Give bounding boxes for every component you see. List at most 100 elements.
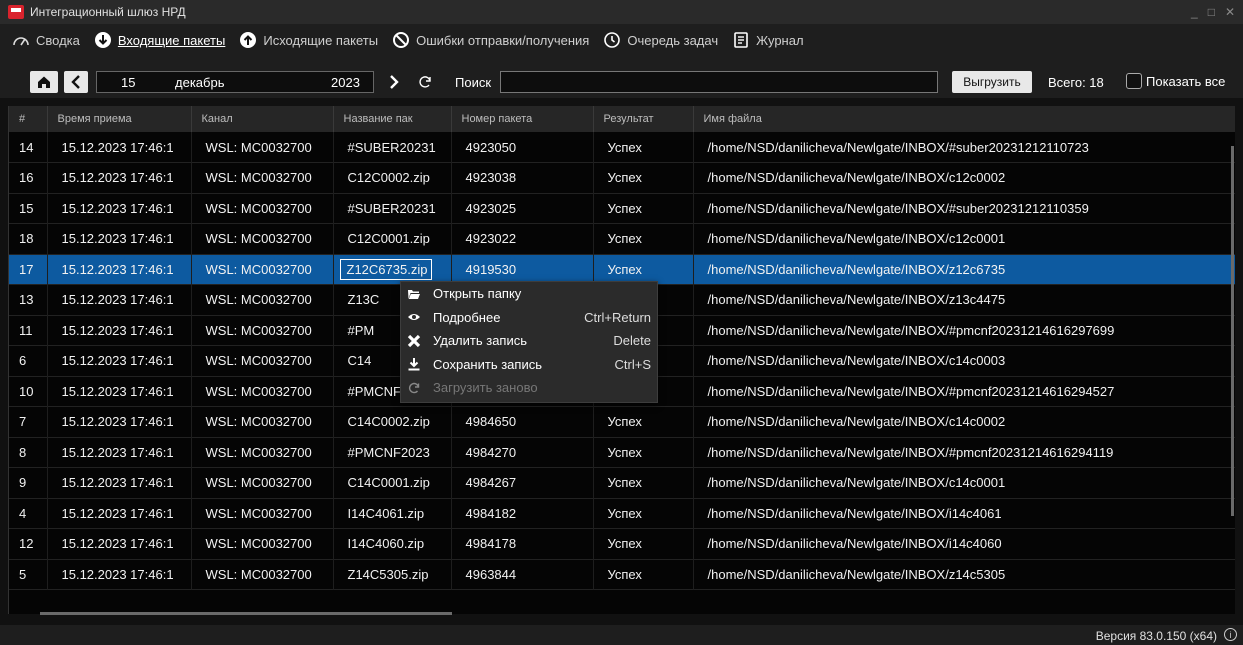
table-row[interactable]: 9 15.12.2023 17:46:1 WSL: MC0032700 C14C000… — [9, 467, 1235, 498]
cell-channel[interactable]: WSL: MC0032700 — [191, 315, 334, 346]
table-row[interactable]: 7 15.12.2023 17:46:1 WSL: MC0032700 C14C000… — [9, 406, 1235, 437]
cell-channel[interactable]: WSL: MC0032700 — [191, 467, 334, 498]
export-button[interactable]: Выгрузить — [952, 71, 1032, 93]
cell-row-number[interactable]: 12 — [9, 528, 48, 559]
cell-channel[interactable]: WSL: MC0032700 — [191, 406, 334, 437]
menu-item-delete-record[interactable]: Удалить запись Delete — [401, 329, 657, 353]
cell-file-path[interactable]: /home/NSD/danilicheva/Newlgate/INBOX/z12… — [693, 254, 1235, 285]
cell-channel[interactable]: WSL: MC0032700 — [191, 162, 334, 193]
cell-result[interactable]: Успех — [593, 162, 694, 193]
tab-log[interactable]: Журнал — [732, 31, 804, 49]
cell-received-time[interactable]: 15.12.2023 17:46:1 — [47, 559, 192, 590]
table-row[interactable]: 15 15.12.2023 17:46:1 WSL: MC0032700 #SUBER… — [9, 193, 1235, 224]
cell-packet-name[interactable]: #PMCNF2023 — [333, 437, 452, 468]
cell-received-time[interactable]: 15.12.2023 17:46:1 — [47, 315, 192, 346]
cell-packet-number[interactable]: 4984178 — [451, 528, 594, 559]
column-header-number[interactable]: # — [9, 106, 48, 132]
horizontal-scrollbar[interactable] — [40, 612, 452, 615]
checkbox-box[interactable] — [1126, 73, 1142, 89]
cell-result[interactable]: Успех — [593, 254, 694, 285]
cell-received-time[interactable]: 15.12.2023 17:46:1 — [47, 223, 192, 254]
date-day[interactable]: 15 — [121, 75, 135, 90]
cell-file-path[interactable]: /home/NSD/danilicheva/Newlgate/INBOX/#su… — [693, 132, 1235, 163]
previous-date-button[interactable] — [64, 71, 88, 93]
cell-result[interactable]: Успех — [593, 437, 694, 468]
cell-row-number[interactable]: 5 — [9, 559, 48, 590]
cell-row-number[interactable]: 13 — [9, 284, 48, 315]
column-header-file-name[interactable]: Имя файла — [693, 106, 1235, 132]
cell-channel[interactable]: WSL: MC0032700 — [191, 132, 334, 163]
column-header-result[interactable]: Результат — [593, 106, 694, 132]
cell-packet-number[interactable]: 4923038 — [451, 162, 594, 193]
cell-file-path[interactable]: /home/NSD/danilicheva/Newlgate/INBOX/#pm… — [693, 376, 1235, 407]
cell-row-number[interactable]: 18 — [9, 223, 48, 254]
cell-received-time[interactable]: 15.12.2023 17:46:1 — [47, 254, 192, 285]
cell-received-time[interactable]: 15.12.2023 17:46:1 — [47, 345, 192, 376]
table-row[interactable]: 12 15.12.2023 17:46:1 WSL: MC0032700 I14C40… — [9, 528, 1235, 559]
cell-packet-number[interactable]: 4963844 — [451, 559, 594, 590]
column-header-channel[interactable]: Канал — [191, 106, 334, 132]
cell-result[interactable]: Успех — [593, 193, 694, 224]
table-row[interactable]: 18 15.12.2023 17:46:1 WSL: MC0032700 C12C00… — [9, 223, 1235, 254]
tab-errors[interactable]: Ошибки отправки/получения — [392, 31, 589, 49]
refresh-button[interactable] — [412, 71, 438, 93]
cell-row-number[interactable]: 16 — [9, 162, 48, 193]
info-icon[interactable]: i — [1224, 628, 1237, 641]
cell-packet-name[interactable]: C12C0002.zip — [333, 162, 452, 193]
cell-file-path[interactable]: /home/NSD/danilicheva/Newlgate/INBOX/i14… — [693, 528, 1235, 559]
cell-received-time[interactable]: 15.12.2023 17:46:1 — [47, 528, 192, 559]
cell-row-number[interactable]: 11 — [9, 315, 48, 346]
cell-file-path[interactable]: /home/NSD/danilicheva/Newlgate/INBOX/c14… — [693, 406, 1235, 437]
date-month[interactable]: декабрь — [175, 75, 224, 90]
cell-result[interactable]: Успех — [593, 223, 694, 254]
cell-packet-name[interactable]: C14C0001.zip — [333, 467, 452, 498]
cell-row-number[interactable]: 15 — [9, 193, 48, 224]
table-row[interactable]: 5 15.12.2023 17:46:1 WSL: MC0032700 Z14C530… — [9, 559, 1235, 590]
cell-packet-name[interactable]: C14C0002.zip — [333, 406, 452, 437]
cell-packet-number[interactable]: 4923050 — [451, 132, 594, 163]
cell-row-number[interactable]: 17 — [9, 254, 48, 285]
cell-result[interactable]: Успех — [593, 467, 694, 498]
cell-packet-name[interactable]: #SUBER20231 — [333, 132, 452, 163]
cell-result[interactable]: Успех — [593, 528, 694, 559]
cell-received-time[interactable]: 15.12.2023 17:46:1 — [47, 193, 192, 224]
cell-channel[interactable]: WSL: MC0032700 — [191, 254, 334, 285]
cell-packet-name[interactable]: Z14C5305.zip — [333, 559, 452, 590]
vertical-scrollbar[interactable] — [1231, 146, 1234, 516]
cell-file-path[interactable]: /home/NSD/danilicheva/Newlgate/INBOX/c12… — [693, 162, 1235, 193]
date-field[interactable]: 15 декабрь 2023 — [96, 71, 374, 93]
cell-file-path[interactable]: /home/NSD/danilicheva/Newlgate/INBOX/c14… — [693, 467, 1235, 498]
tab-outgoing-packets[interactable]: Исходящие пакеты — [239, 31, 378, 49]
date-year[interactable]: 2023 — [331, 75, 360, 90]
search-input[interactable] — [500, 71, 938, 93]
cell-packet-number[interactable]: 4984182 — [451, 498, 594, 529]
tab-incoming-packets[interactable]: Входящие пакеты — [94, 31, 225, 49]
cell-row-number[interactable]: 14 — [9, 132, 48, 163]
cell-result[interactable]: Успех — [593, 559, 694, 590]
cell-row-number[interactable]: 8 — [9, 437, 48, 468]
close-button[interactable]: ✕ — [1225, 5, 1235, 19]
cell-packet-number[interactable]: 4919530 — [451, 254, 594, 285]
cell-channel[interactable]: WSL: MC0032700 — [191, 437, 334, 468]
cell-row-number[interactable]: 7 — [9, 406, 48, 437]
table-row[interactable]: 17 15.12.2023 17:46:1 WSL: MC0032700 Z12C67… — [9, 254, 1235, 285]
show-all-checkbox[interactable]: Показать все — [1126, 73, 1225, 89]
cell-file-path[interactable]: /home/NSD/danilicheva/Newlgate/INBOX/#su… — [693, 193, 1235, 224]
cell-packet-number[interactable]: 4984650 — [451, 406, 594, 437]
cell-file-path[interactable]: /home/NSD/danilicheva/Newlgate/INBOX/i14… — [693, 498, 1235, 529]
cell-channel[interactable]: WSL: MC0032700 — [191, 498, 334, 529]
menu-item-open-folder[interactable]: Открыть папку — [401, 282, 657, 306]
menu-item-save-record[interactable]: Сохранить запись Ctrl+S — [401, 353, 657, 377]
cell-packet-name[interactable]: I14C4061.zip — [333, 498, 452, 529]
cell-file-path[interactable]: /home/NSD/danilicheva/Newlgate/INBOX/#pm… — [693, 315, 1235, 346]
cell-file-path[interactable]: /home/NSD/danilicheva/Newlgate/INBOX/z13… — [693, 284, 1235, 315]
cell-channel[interactable]: WSL: MC0032700 — [191, 284, 334, 315]
cell-row-number[interactable]: 9 — [9, 467, 48, 498]
cell-packet-number[interactable]: 4984270 — [451, 437, 594, 468]
cell-packet-number[interactable]: 4923025 — [451, 193, 594, 224]
cell-packet-number[interactable]: 4923022 — [451, 223, 594, 254]
cell-received-time[interactable]: 15.12.2023 17:46:1 — [47, 284, 192, 315]
column-header-packet-name[interactable]: Название пак — [333, 106, 452, 132]
table-row[interactable]: 14 15.12.2023 17:46:1 WSL: MC0032700 #SUBER… — [9, 132, 1235, 163]
minimize-button[interactable]: _ — [1191, 5, 1198, 19]
